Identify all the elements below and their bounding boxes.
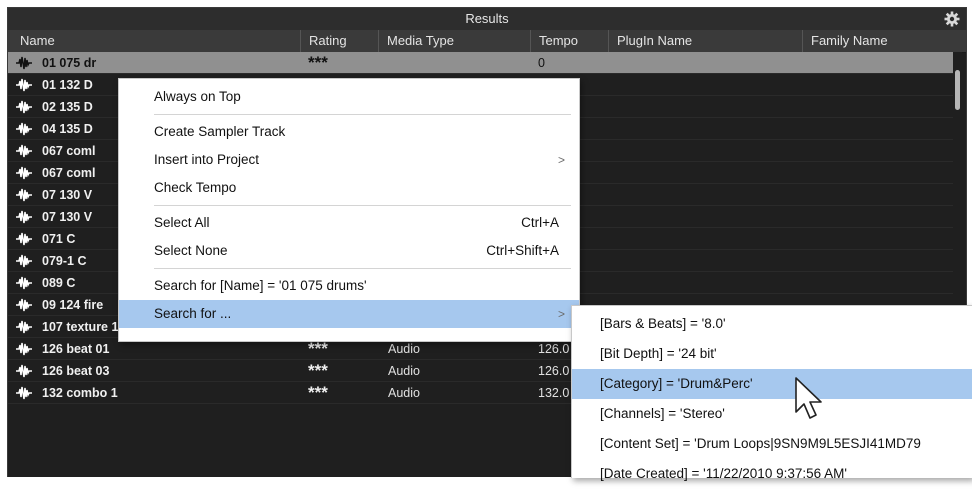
menu-item-create-sampler-track[interactable]: Create Sampler Track xyxy=(119,118,579,146)
submenu-item-category[interactable]: [Category] = 'Drum&Perc' xyxy=(572,369,972,399)
menu-separator xyxy=(154,114,571,115)
menu-label: [Bars & Beats] = '8.0' xyxy=(600,316,726,331)
row-rating: *** xyxy=(308,53,328,72)
menu-separator xyxy=(154,268,571,269)
column-header-tempo[interactable]: Tempo xyxy=(531,30,609,52)
menu-label: Select All xyxy=(154,215,210,230)
submenu-arrow-icon: > xyxy=(557,153,565,167)
menu-label: [Category] = 'Drum&Perc' xyxy=(600,376,753,391)
row-media-type: Audio xyxy=(388,364,420,378)
waveform-icon xyxy=(16,364,32,378)
row-name: 01 075 dr xyxy=(42,56,97,70)
submenu-arrow-icon: > xyxy=(557,307,565,321)
search-for-submenu: [Bars & Beats] = '8.0' [Bit Depth] = '24… xyxy=(571,305,972,481)
shortcut-label: Ctrl+Shift+A xyxy=(486,243,559,258)
results-title: Results xyxy=(465,11,509,26)
shortcut-label: Ctrl+A xyxy=(521,215,559,230)
row-rating: *** xyxy=(308,383,328,402)
table-row[interactable]: 01 075 dr *** 0 xyxy=(8,52,956,74)
waveform-icon xyxy=(16,122,32,136)
mouse-pointer-icon xyxy=(795,377,822,419)
submenu-item-channels[interactable]: [Channels] = 'Stereo' xyxy=(572,399,972,429)
waveform-icon xyxy=(16,188,32,202)
submenu-item-bit-depth[interactable]: [Bit Depth] = '24 bit' xyxy=(572,339,972,369)
menu-label: Check Tempo xyxy=(154,180,237,195)
submenu-item-bars-beats[interactable]: [Bars & Beats] = '8.0' xyxy=(572,309,972,339)
waveform-icon xyxy=(16,56,32,70)
waveform-icon xyxy=(16,166,32,180)
gear-icon[interactable] xyxy=(944,11,960,27)
menu-item-search-for-name[interactable]: Search for [Name] = '01 075 drums' xyxy=(119,272,579,300)
menu-label: Always on Top xyxy=(154,89,241,104)
menu-label: Insert into Project xyxy=(154,152,260,167)
waveform-icon xyxy=(16,254,32,268)
menu-label: Search for [Name] = '01 075 drums' xyxy=(154,278,367,293)
row-rating: *** xyxy=(308,361,328,380)
menu-item-select-all[interactable]: Select All Ctrl+A xyxy=(119,209,579,237)
waveform-icon xyxy=(16,342,32,356)
waveform-icon xyxy=(16,298,32,312)
submenu-item-content-set[interactable]: [Content Set] = 'Drum Loops|9SN9M9L5ESJI… xyxy=(572,429,972,459)
column-header-name[interactable]: Name xyxy=(8,30,301,52)
menu-item-select-none[interactable]: Select None Ctrl+Shift+A xyxy=(119,237,579,265)
waveform-icon xyxy=(16,144,32,158)
waveform-icon xyxy=(16,100,32,114)
menu-label: [Date Created] = '11/22/2010 9:37:56 AM' xyxy=(600,466,847,481)
column-header-rating[interactable]: Rating xyxy=(301,30,379,52)
results-title-bar: Results xyxy=(8,8,966,31)
menu-item-check-tempo[interactable]: Check Tempo xyxy=(119,174,579,202)
row-media-type: Audio xyxy=(388,386,420,400)
waveform-icon xyxy=(16,78,32,92)
menu-separator xyxy=(154,205,571,206)
menu-label: Search for ... xyxy=(154,306,232,321)
menu-label: [Channels] = 'Stereo' xyxy=(600,406,725,421)
waveform-icon xyxy=(16,320,32,334)
waveform-icon xyxy=(16,210,32,224)
context-menu: Always on Top Create Sampler Track Inser… xyxy=(118,78,580,342)
scrollbar-thumb[interactable] xyxy=(955,70,960,110)
waveform-icon xyxy=(16,232,32,246)
column-header-media-type[interactable]: Media Type xyxy=(379,30,531,52)
row-name: 132 combo 1 xyxy=(42,386,118,400)
menu-label: Select None xyxy=(154,243,228,258)
menu-label: [Bit Depth] = '24 bit' xyxy=(600,346,717,361)
menu-item-search-for[interactable]: Search for ... > xyxy=(119,300,579,328)
row-name: 126 beat 03 xyxy=(42,364,110,378)
menu-label: Create Sampler Track xyxy=(154,124,286,139)
column-header-plugin-name[interactable]: PlugIn Name xyxy=(609,30,803,52)
menu-item-insert-into-project[interactable]: Insert into Project > xyxy=(119,146,579,174)
row-tempo: 0 xyxy=(538,56,545,70)
waveform-icon xyxy=(16,276,32,290)
waveform-icon xyxy=(16,386,32,400)
menu-label: [Content Set] = 'Drum Loops|9SN9M9L5ESJI… xyxy=(600,436,921,451)
column-header-family-name[interactable]: Family Name xyxy=(803,30,966,52)
submenu-item-date-created[interactable]: [Date Created] = '11/22/2010 9:37:56 AM' xyxy=(572,459,972,489)
column-headers: Name Rating Media Type Tempo PlugIn Name… xyxy=(8,30,966,53)
menu-item-always-on-top[interactable]: Always on Top xyxy=(119,83,579,111)
